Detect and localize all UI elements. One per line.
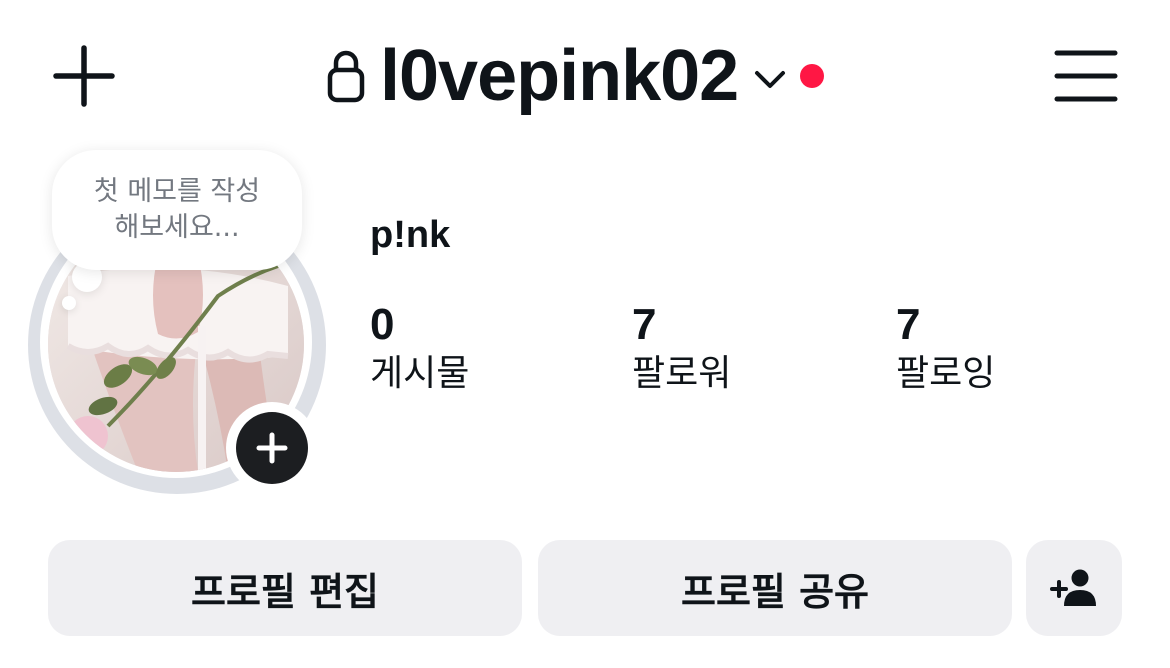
note-placeholder: 첫 메모를 작성 해보세요... xyxy=(93,176,261,243)
chevron-down-icon xyxy=(755,71,786,88)
followers-label: 팔로워 xyxy=(632,353,732,394)
edit-profile-button[interactable]: 프로필 편집 xyxy=(48,540,522,636)
posts-stat[interactable]: 0 게시물 xyxy=(370,300,469,398)
display-name: p!nk xyxy=(370,214,451,256)
following-label: 팔로잉 xyxy=(896,353,996,394)
add-person-icon xyxy=(1050,569,1096,606)
posts-label: 게시물 xyxy=(370,353,470,394)
followers-count: 7 xyxy=(632,300,657,349)
following-count: 7 xyxy=(896,300,921,349)
plus-icon xyxy=(53,45,115,107)
account-switcher[interactable]: l0vepink02 xyxy=(326,36,825,116)
add-story-button[interactable] xyxy=(226,402,318,494)
hamburger-menu-icon xyxy=(1054,50,1118,102)
note-bubble[interactable]: 첫 메모를 작성 해보세요... xyxy=(52,150,302,270)
lock-icon xyxy=(327,50,365,103)
username: l0vepink02 xyxy=(380,36,739,116)
following-stat[interactable]: 7 팔로잉 xyxy=(896,300,995,398)
menu-button[interactable] xyxy=(1050,44,1122,108)
plus-icon xyxy=(256,432,288,464)
share-profile-button[interactable]: 프로필 공유 xyxy=(538,540,1012,636)
posts-count: 0 xyxy=(370,300,395,349)
discover-people-button[interactable] xyxy=(1026,540,1122,636)
notification-dot xyxy=(800,64,825,88)
followers-stat[interactable]: 7 팔로워 xyxy=(632,300,731,398)
create-button[interactable] xyxy=(48,40,120,112)
